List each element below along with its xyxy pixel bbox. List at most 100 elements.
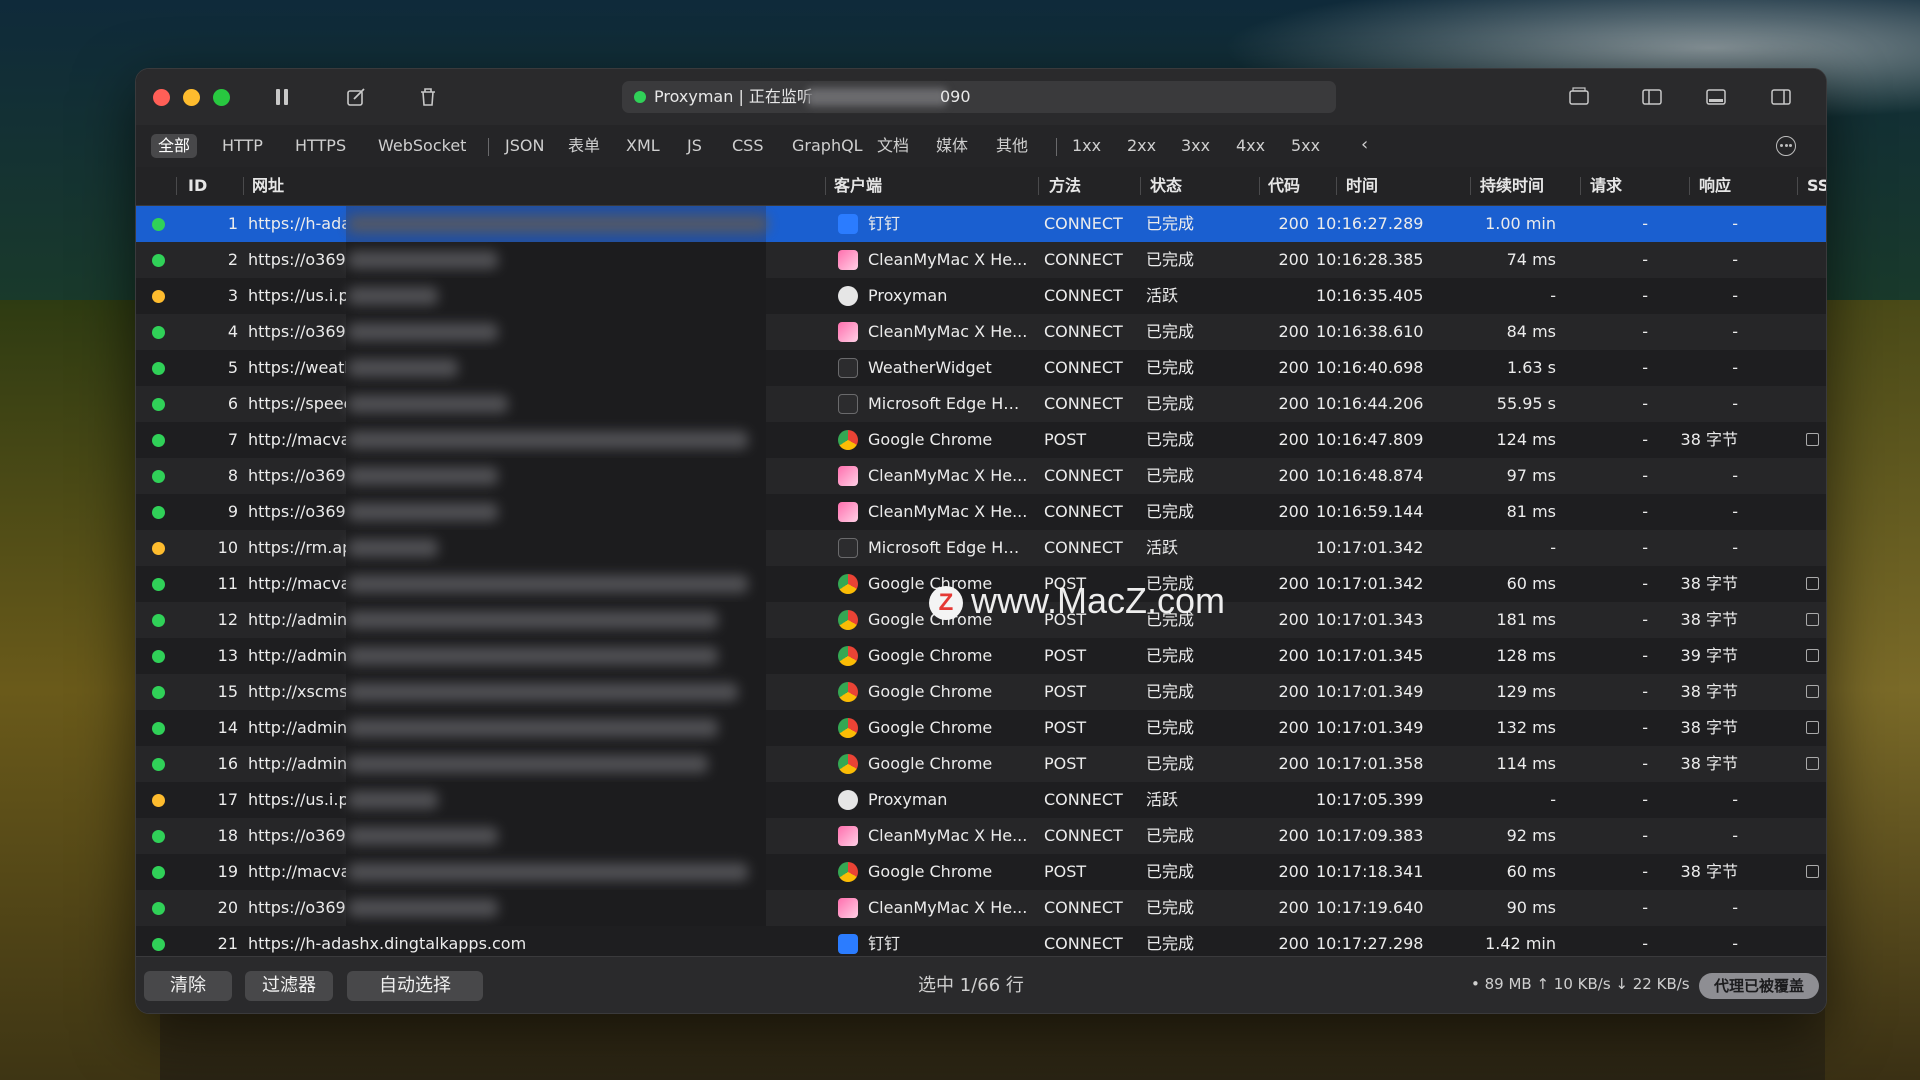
filter-button[interactable]: 过滤器	[245, 971, 333, 1001]
row-id: 7	[227, 430, 238, 449]
clear-button[interactable]: 清除	[144, 971, 232, 1001]
row-id: 15	[217, 682, 238, 701]
ssl-lock-icon	[1806, 433, 1819, 446]
row-response-size: 38 字节	[1680, 430, 1738, 449]
table-row[interactable]: 1 https://h-ada 钉钉 CONNECT 已完成 200 10:16:27.28…	[136, 206, 1826, 242]
filter-http[interactable]: HTTP	[215, 134, 270, 158]
cleanmymac-app-icon	[838, 322, 858, 342]
toggle-right-panel-icon[interactable]	[1770, 86, 1792, 108]
toggle-sidebar-icon[interactable]	[1641, 86, 1663, 108]
filter-3xx[interactable]: 3xx	[1174, 134, 1217, 158]
column-status[interactable]: 状态	[1150, 167, 1182, 205]
redacted-url	[348, 395, 508, 413]
filter-js[interactable]: JS	[680, 134, 709, 158]
table-row[interactable]: 19 http://macva Google Chrome POST 已完成 200 10:…	[136, 854, 1826, 890]
table-row[interactable]: 20 https://o369 CleanMyMac X He... CONNECT 已…	[136, 890, 1826, 926]
row-status: 已完成	[1146, 322, 1195, 341]
window-layout-icon[interactable]	[1568, 86, 1590, 108]
status-dot-icon	[152, 578, 165, 591]
window-title: Proxyman | 正在监听	[654, 87, 813, 106]
proxy-overridden-badge[interactable]: 代理已被覆盖	[1699, 973, 1819, 999]
status-dot-icon	[152, 614, 165, 627]
filter-1xx[interactable]: 1xx	[1065, 134, 1108, 158]
status-dot-icon	[152, 326, 165, 339]
column-time[interactable]: 时间	[1346, 167, 1378, 205]
column-url[interactable]: 网址	[252, 167, 284, 205]
cleanmymac-app-icon	[838, 250, 858, 270]
row-method: CONNECT	[1044, 502, 1123, 521]
row-request-size: -	[1642, 250, 1648, 269]
row-client: Google Chrome	[868, 718, 993, 737]
trash-icon[interactable]	[417, 86, 439, 108]
column-id[interactable]: ID	[188, 167, 207, 205]
row-method: CONNECT	[1044, 286, 1123, 305]
compose-icon[interactable]	[345, 86, 367, 108]
filter-all[interactable]: 全部	[151, 134, 198, 158]
row-client: Google Chrome	[868, 754, 993, 773]
filter-xml[interactable]: XML	[619, 134, 667, 158]
table-row[interactable]: 2 https://o369 CleanMyMac X He... CONNECT 已完…	[136, 242, 1826, 278]
filter-form[interactable]: 表单	[561, 134, 607, 158]
table-row[interactable]: 10 https://rm.ap Microsoft Edge Hel... CONN…	[136, 530, 1826, 566]
row-time: 10:17:09.383	[1316, 826, 1424, 845]
row-response-size: -	[1732, 322, 1738, 341]
row-id: 8	[227, 466, 238, 485]
status-dot-icon	[152, 758, 165, 771]
chevron-left-icon[interactable]: ‹	[1361, 134, 1368, 155]
table-row[interactable]: 15 http://xscms. Google Chrome POST 已完成 200 10…	[136, 674, 1826, 710]
status-dot-icon	[152, 254, 165, 267]
filter-css[interactable]: CSS	[725, 134, 770, 158]
chrome-app-icon	[838, 610, 858, 630]
column-request[interactable]: 请求	[1590, 167, 1622, 205]
filter-document[interactable]: 文档	[870, 134, 916, 158]
generic-app-icon	[838, 394, 858, 414]
filter-2xx[interactable]: 2xx	[1120, 134, 1163, 158]
row-response-size: -	[1732, 502, 1738, 521]
filter-https[interactable]: HTTPS	[288, 134, 353, 158]
table-row[interactable]: 14 http://admin. Google Chrome POST 已完成 200 10…	[136, 710, 1826, 746]
table-row[interactable]: 4 https://o369 CleanMyMac X He... CONNECT 已完…	[136, 314, 1826, 350]
row-code: 200	[1278, 394, 1309, 413]
table-row[interactable]: 21 https://h-adashx.dingtalkapps.com 钉钉 CON…	[136, 926, 1826, 956]
column-client[interactable]: 客户端	[834, 167, 882, 205]
filter-4xx[interactable]: 4xx	[1229, 134, 1272, 158]
column-method[interactable]: 方法	[1049, 167, 1081, 205]
table-row[interactable]: 8 https://o369 CleanMyMac X He... CONNECT 已完…	[136, 458, 1826, 494]
filter-5xx[interactable]: 5xx	[1284, 134, 1327, 158]
table-row[interactable]: 6 https://speec Microsoft Edge Hel... CONNE…	[136, 386, 1826, 422]
filter-media[interactable]: 媒体	[929, 134, 975, 158]
table-row[interactable]: 13 http://admin. Google Chrome POST 已完成 200 10…	[136, 638, 1826, 674]
table-row[interactable]: 5 https://weath WeatherWidget CONNECT 已完成 200…	[136, 350, 1826, 386]
column-code[interactable]: 代码	[1268, 167, 1300, 205]
table-row[interactable]: 3 https://us.i.p Proxyman CONNECT 活跃 10:16:35…	[136, 278, 1826, 314]
filter-websocket[interactable]: WebSocket	[371, 134, 473, 158]
column-response[interactable]: 响应	[1699, 167, 1731, 205]
column-duration[interactable]: 持续时间	[1480, 167, 1544, 205]
redacted-url	[348, 431, 748, 449]
table-row[interactable]: 9 https://o369 CleanMyMac X He... CONNECT 已完…	[136, 494, 1826, 530]
row-id: 21	[217, 934, 238, 953]
column-ss[interactable]: SS	[1807, 167, 1826, 205]
zoom-window-button[interactable]	[213, 89, 230, 106]
table-row[interactable]: 17 https://us.i.p Proxyman CONNECT 活跃 10:17:0…	[136, 782, 1826, 818]
filter-graphql[interactable]: GraphQL	[785, 134, 870, 158]
row-code: 200	[1278, 250, 1309, 269]
row-method: CONNECT	[1044, 790, 1123, 809]
filter-other[interactable]: 其他	[989, 134, 1035, 158]
table-row[interactable]: 16 http://admin. Google Chrome POST 已完成 200 10…	[136, 746, 1826, 782]
titlebar: Proxyman | 正在监听 090	[136, 69, 1826, 125]
more-options-icon[interactable]	[1776, 136, 1796, 156]
table-row[interactable]: 7 http://macva Google Chrome POST 已完成 200 10:1…	[136, 422, 1826, 458]
cleanmymac-app-icon	[838, 502, 858, 522]
pause-icon[interactable]	[271, 86, 293, 108]
filter-json[interactable]: JSON	[498, 134, 551, 158]
auto-select-button[interactable]: 自动选择	[347, 971, 483, 1001]
table-row[interactable]: 18 https://o369 CleanMyMac X He... CONNECT 已…	[136, 818, 1826, 854]
row-time: 10:17:27.298	[1316, 934, 1424, 953]
toggle-bottom-panel-icon[interactable]	[1705, 86, 1727, 108]
row-client: Google Chrome	[868, 646, 993, 665]
close-window-button[interactable]	[153, 89, 170, 106]
minimize-window-button[interactable]	[183, 89, 200, 106]
redacted-url	[348, 503, 498, 521]
watermark-logo-icon: Z	[929, 586, 963, 621]
